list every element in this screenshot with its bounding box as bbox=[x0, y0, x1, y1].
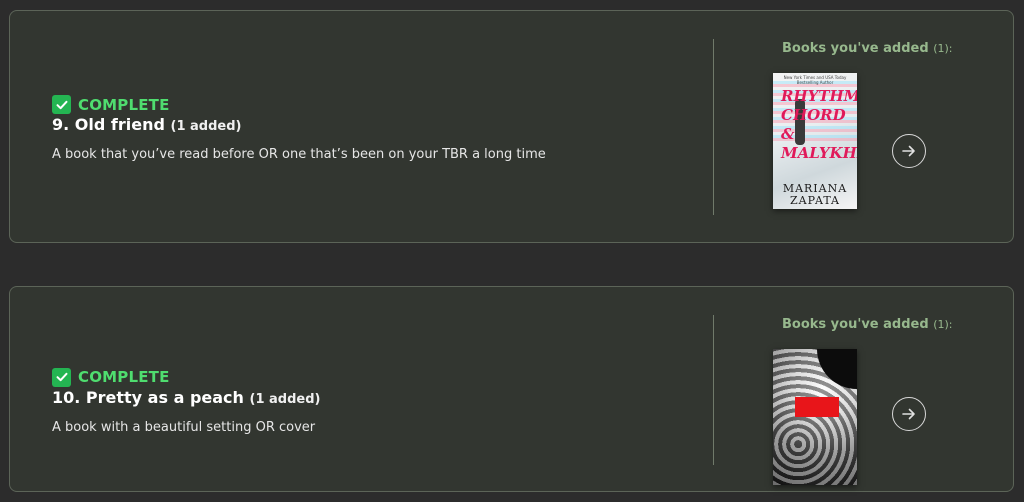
prompt-description: A book that you’ve read before OR one th… bbox=[52, 147, 546, 162]
status-label: COMPLETE bbox=[78, 95, 170, 114]
added-count: (1 added) bbox=[249, 391, 321, 407]
books-added-text: Books you've added bbox=[782, 317, 929, 332]
prompt-title: 9. Old friend (1 added) bbox=[52, 115, 546, 134]
prompt-title-text: 9. Old friend bbox=[52, 115, 165, 134]
books-added-label: Books you've added (1): bbox=[782, 317, 952, 332]
books-added-count: (1): bbox=[933, 318, 953, 331]
arrow-right-circle-icon[interactable] bbox=[892, 134, 926, 168]
prompt-title: 10. Pretty as a peach (1 added) bbox=[52, 388, 320, 407]
added-count: (1 added) bbox=[170, 119, 242, 134]
prompt-title-text: 10. Pretty as a peach bbox=[52, 387, 244, 407]
books-added-count: (1): bbox=[933, 42, 953, 55]
cover-tagline: New York Times and USA Today Bestselling… bbox=[783, 75, 847, 85]
books-added-text: Books you've added bbox=[782, 41, 929, 56]
status-label: COMPLETE bbox=[78, 368, 170, 386]
prompt-description: A book with a beautiful setting OR cover bbox=[52, 419, 316, 435]
prompt-card: COMPLETE 10. Pretty as a peach (1 added)… bbox=[9, 286, 1014, 492]
book-cover[interactable] bbox=[773, 349, 857, 485]
cover-title: RHYTHM, CHORD & MALYKHIN bbox=[781, 87, 857, 162]
book-cover[interactable]: New York Times and USA Today Bestselling… bbox=[773, 73, 857, 209]
prompt-info: COMPLETE 10. Pretty as a peach (1 added)… bbox=[52, 287, 320, 491]
status-row: COMPLETE bbox=[52, 95, 546, 114]
prompt-info: COMPLETE 9. Old friend (1 added) A book … bbox=[52, 11, 546, 242]
cover-title-band bbox=[795, 397, 839, 417]
divider bbox=[713, 315, 714, 465]
books-added-label: Books you've added (1): bbox=[782, 41, 952, 56]
cover-author: MARIANA ZAPATA bbox=[782, 182, 848, 207]
status-row: COMPLETE bbox=[52, 367, 320, 387]
check-square-icon bbox=[52, 95, 71, 114]
check-square-icon bbox=[52, 367, 71, 387]
divider bbox=[713, 39, 714, 215]
arrow-right-circle-icon[interactable] bbox=[892, 397, 926, 431]
prompt-card: COMPLETE 9. Old friend (1 added) A book … bbox=[9, 10, 1014, 243]
